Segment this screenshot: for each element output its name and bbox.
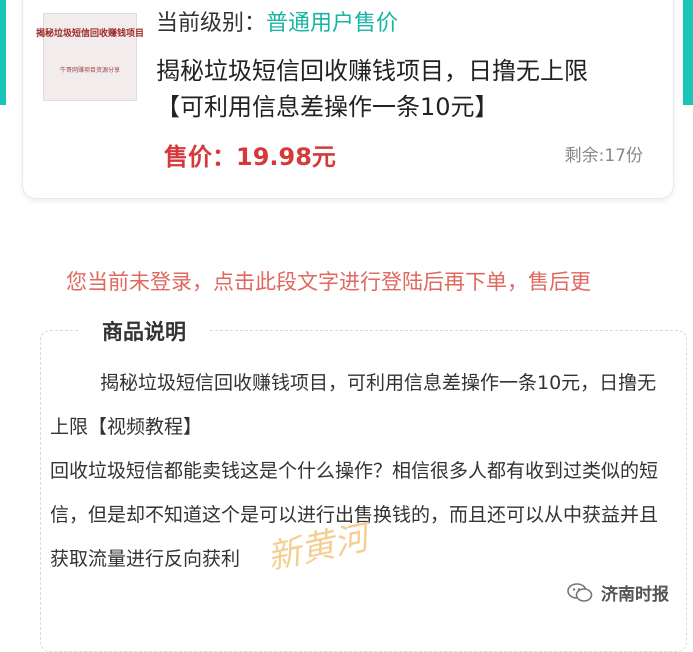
wechat-icon	[567, 582, 593, 602]
brand-name: 济南时报	[601, 585, 669, 605]
product-title: 揭秘垃圾短信回收赚钱项目，日撸无上限【可利用信息差操作一条10元】	[156, 57, 588, 121]
user-level: 当前级别：普通用户售价	[156, 5, 398, 37]
description-paragraph: 揭秘垃圾短信回收赚钱项目，可利用信息差操作一条10元，日撸无上限【视频教程】	[50, 372, 657, 438]
thumbnail-subtitle: 牛哥网赚项目资源分享	[59, 67, 120, 74]
product-thumbnail[interactable]: 揭秘垃圾短信回收赚钱项目 牛哥网赚项目资源分享	[36, 13, 144, 101]
thumbnail-title: 揭秘垃圾短信回收赚钱项目	[36, 29, 145, 39]
login-notice-link[interactable]: 您当前未登录，点击此段文字进行登陆后再下单，售后更	[66, 266, 693, 296]
level-label: 当前级别：	[156, 11, 267, 36]
description-heading: 商品说明	[78, 316, 210, 346]
accent-bar-right	[683, 0, 693, 105]
level-value: 普通用户售价	[266, 11, 399, 36]
product-price: 售价：19.98元	[164, 143, 336, 171]
accent-bar-left	[0, 0, 6, 105]
product-card[interactable]: 揭秘垃圾短信回收赚钱项目 牛哥网赚项目资源分享 当前级别：普通用户售价 揭秘垃圾…	[22, 0, 674, 199]
brand-badge: 济南时报	[567, 580, 669, 605]
stock-remaining: 剩余:17份	[564, 146, 643, 166]
